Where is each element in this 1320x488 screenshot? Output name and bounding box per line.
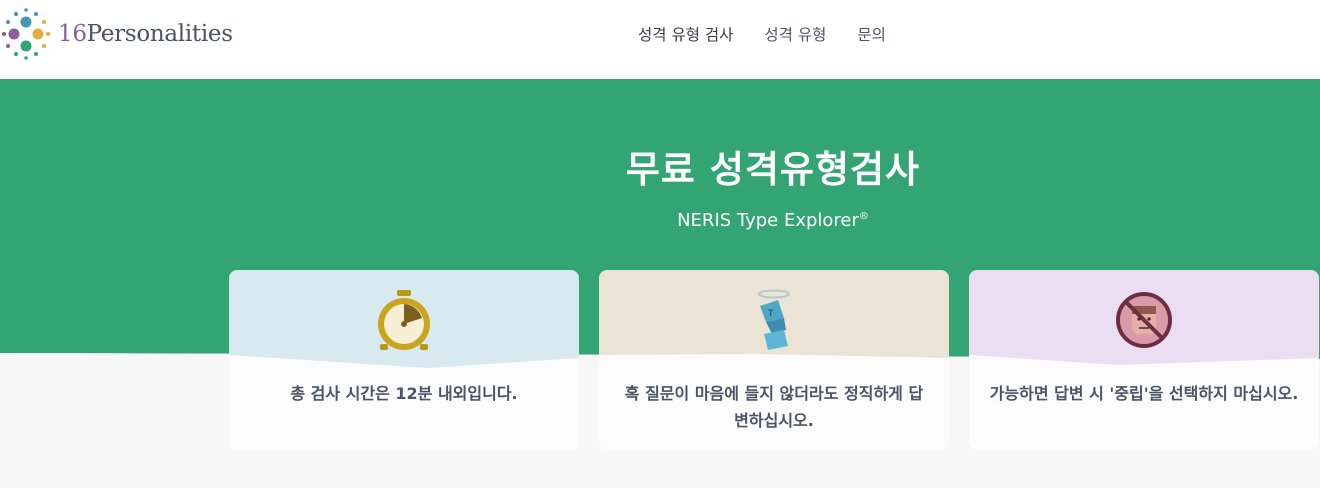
- card-text: 가능하면 답변 시 '중립'을 선택하지 마십시오.: [989, 384, 1299, 403]
- registered-mark: ®: [858, 211, 869, 222]
- main-nav: 성격 유형 검사 성격 유형 문의: [638, 24, 917, 46]
- card-text: 총 검사 시간은 12분 내외입니다.: [290, 384, 518, 403]
- logo[interactable]: 16Personalities: [0, 8, 233, 60]
- nav-personality-types[interactable]: 성격 유형: [764, 24, 826, 46]
- nav-personality-test[interactable]: 성격 유형 검사: [638, 24, 733, 46]
- nav-contact[interactable]: 문의: [857, 24, 886, 46]
- honest-figure-icon: T: [758, 289, 790, 350]
- no-neutral-face-icon: [1116, 292, 1172, 348]
- stopwatch-icon: [378, 290, 430, 350]
- logo-word: Personalities: [86, 21, 233, 47]
- page-subtitle: NERIS Type Explorer®: [0, 210, 1320, 231]
- info-card-honesty: T 혹 질문이 마음에 들지 않더라도 정직하게 답변하십시오.: [599, 270, 949, 450]
- card-text: 혹 질문이 마음에 들지 않더라도 정직하게 답변하십시오.: [624, 384, 924, 430]
- page-title: 무료 성격유형검사: [625, 148, 921, 191]
- info-card-neutral: 가능하면 답변 시 '중립'을 선택하지 마십시오.: [969, 270, 1319, 450]
- subtitle-text: NERIS Type Explorer: [677, 210, 859, 231]
- svg-text:T: T: [767, 309, 774, 319]
- logo-number: 16: [58, 21, 87, 47]
- info-card-time: 총 검사 시간은 12분 내외입니다.: [229, 270, 579, 450]
- site-header: 16Personalities 성격 유형 검사 성격 유형 문의: [0, 0, 1320, 79]
- logo-text: 16Personalities: [58, 21, 233, 47]
- logo-icon: [2, 8, 50, 60]
